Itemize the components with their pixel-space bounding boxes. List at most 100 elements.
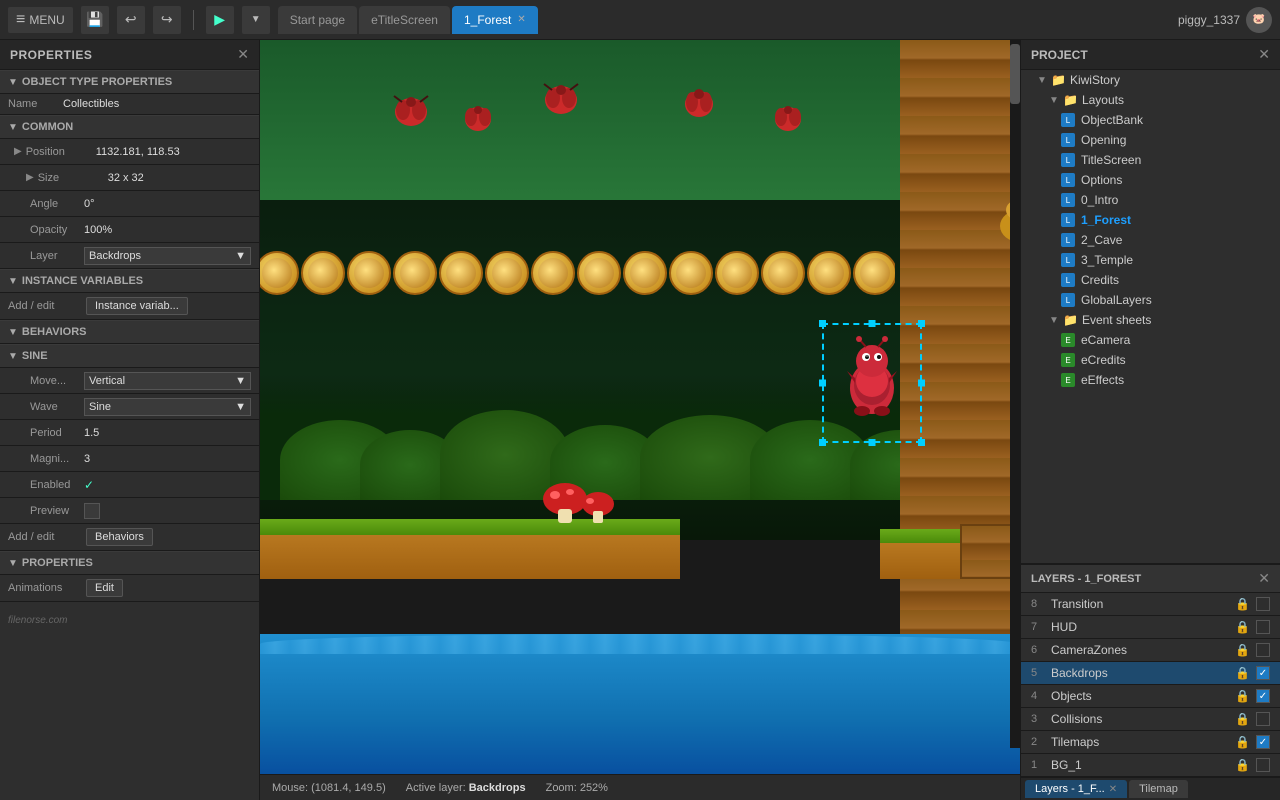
section-properties-footer[interactable]: ▼ PROPERTIES xyxy=(0,551,259,575)
layer-row-6[interactable]: 6 CameraZones 🔒 xyxy=(1021,639,1280,662)
layout-file-icon: L xyxy=(1061,193,1075,207)
layer-row-3[interactable]: 3 Collisions 🔒 xyxy=(1021,708,1280,731)
section-label-sine: SINE xyxy=(22,350,48,362)
layers-tab-close[interactable]: ✕ xyxy=(1109,784,1117,795)
layer-visible-5[interactable] xyxy=(1256,666,1270,680)
layout-globallayers[interactable]: L GlobalLayers xyxy=(1021,290,1280,310)
layout-objectbank-label: ObjectBank xyxy=(1081,113,1143,127)
layer-lock-4[interactable]: 🔒 xyxy=(1235,689,1250,703)
layout-options[interactable]: L Options xyxy=(1021,170,1280,190)
canvas-area[interactable] xyxy=(260,40,1020,774)
coin-inner xyxy=(262,258,292,288)
layout-opening[interactable]: L Opening xyxy=(1021,130,1280,150)
size-expand[interactable]: ▶ xyxy=(26,172,34,183)
size-value: 32 x 32 xyxy=(108,172,251,184)
layout-2cave[interactable]: L 2_Cave xyxy=(1021,230,1280,250)
tree-event-sheets-folder[interactable]: ▼ 📁 Event sheets xyxy=(1021,310,1280,330)
layer-row-4[interactable]: 4 Objects 🔒 xyxy=(1021,685,1280,708)
menu-button[interactable]: ≡ MENU xyxy=(8,7,73,33)
wave-dropdown[interactable]: Sine ▼ xyxy=(84,398,251,416)
beetle-3 xyxy=(460,100,496,139)
layer-visible-7[interactable] xyxy=(1256,620,1270,634)
properties-close-button[interactable]: ✕ xyxy=(237,46,249,63)
layouts-folder-label: Layouts xyxy=(1082,93,1124,107)
layer-visible-4[interactable] xyxy=(1256,689,1270,703)
layers-close-button[interactable]: ✕ xyxy=(1258,570,1270,587)
move-dropdown[interactable]: Vertical ▼ xyxy=(84,372,251,390)
tab-etitlescreen[interactable]: eTitleScreen xyxy=(359,6,450,34)
tree-root[interactable]: ▼ 📁 KiwiStory xyxy=(1021,70,1280,90)
layout-1forest[interactable]: L 1_Forest xyxy=(1021,210,1280,230)
layout-titlescreen[interactable]: L TitleScreen xyxy=(1021,150,1280,170)
redo-button[interactable]: ↪ xyxy=(153,6,181,34)
game-scene[interactable] xyxy=(260,40,1020,774)
folder-icon-events: 📁 xyxy=(1063,313,1078,327)
layer-visible-3[interactable] xyxy=(1256,712,1270,726)
section-sine[interactable]: ▼ SINE xyxy=(0,344,259,368)
layout-0intro[interactable]: L 0_Intro xyxy=(1021,190,1280,210)
ground-platform-left xyxy=(260,519,680,579)
size-row: ▶ Size 32 x 32 xyxy=(0,165,259,191)
section-behaviors[interactable]: ▼ BEHAVIORS xyxy=(0,320,259,344)
undo-button[interactable]: ↩ xyxy=(117,6,145,34)
project-close-button[interactable]: ✕ xyxy=(1258,46,1270,63)
layers-tab-label: Layers - 1_F... xyxy=(1035,783,1105,795)
preview-checkbox[interactable] xyxy=(84,503,100,519)
bottom-tab-bar: Layers - 1_F... ✕ Tilemap xyxy=(1021,777,1280,800)
event-ecredits[interactable]: E eCredits xyxy=(1021,350,1280,370)
event-file-icon: E xyxy=(1061,353,1075,367)
behaviors-btn[interactable]: Behaviors xyxy=(86,528,153,546)
layer-lock-5[interactable]: 🔒 xyxy=(1235,666,1250,680)
play-button[interactable]: ▶ xyxy=(206,6,234,34)
layer-visible-2[interactable] xyxy=(1256,735,1270,749)
event-ecamera[interactable]: E eCamera xyxy=(1021,330,1280,350)
layout-3temple[interactable]: L 3_Temple xyxy=(1021,250,1280,270)
layer-name-2: Tilemaps xyxy=(1051,735,1229,749)
coin xyxy=(853,251,895,295)
tilemap-tab[interactable]: Tilemap xyxy=(1129,780,1188,798)
section-common[interactable]: ▼ COMMON xyxy=(0,115,259,139)
layer-visible-6[interactable] xyxy=(1256,643,1270,657)
tab-close-1forest[interactable]: ✕ xyxy=(517,14,525,25)
project-header: PROJECT ✕ xyxy=(1021,40,1280,70)
layout-objectbank[interactable]: L ObjectBank xyxy=(1021,110,1280,130)
layer-row-1[interactable]: 1 BG_1 🔒 xyxy=(1021,754,1280,777)
layers-tab[interactable]: Layers - 1_F... ✕ xyxy=(1025,780,1127,798)
user-avatar[interactable]: 🐷 xyxy=(1246,7,1272,33)
canvas-scrollbar[interactable] xyxy=(1010,40,1020,748)
section-object-type-props[interactable]: ▼ OBJECT TYPE PROPERTIES xyxy=(0,70,259,94)
layer-lock-1[interactable]: 🔒 xyxy=(1235,758,1250,772)
layer-num-3: 3 xyxy=(1031,713,1045,725)
edit-button[interactable]: Edit xyxy=(86,579,123,597)
tab-start-page[interactable]: Start page xyxy=(278,6,357,34)
add-edit-inst-row: Add / edit Instance variab... xyxy=(0,293,259,320)
layer-row-7[interactable]: 7 HUD 🔒 xyxy=(1021,616,1280,639)
layer-lock-7[interactable]: 🔒 xyxy=(1235,620,1250,634)
save-button[interactable]: 💾 xyxy=(81,6,109,34)
tab-1forest[interactable]: 1_Forest✕ xyxy=(452,6,538,34)
topbar: ≡ MENU 💾 ↩ ↪ ▶ ▼ Start page eTitleScreen… xyxy=(0,0,1280,40)
coin xyxy=(260,251,299,295)
move-label: Move... xyxy=(14,375,84,387)
coin xyxy=(623,251,667,295)
position-expand[interactable]: ▶ xyxy=(14,146,22,157)
play-dropdown[interactable]: ▼ xyxy=(242,6,270,34)
layer-lock-2[interactable]: 🔒 xyxy=(1235,735,1250,749)
coin-strip xyxy=(260,247,895,299)
section-instance-vars[interactable]: ▼ INSTANCE VARIABLES xyxy=(0,269,259,293)
layer-dropdown[interactable]: Backdrops ▼ xyxy=(84,247,251,265)
layer-lock-8[interactable]: 🔒 xyxy=(1235,597,1250,611)
layer-row-5[interactable]: 5 Backdrops 🔒 xyxy=(1021,662,1280,685)
layer-visible-1[interactable] xyxy=(1256,758,1270,772)
event-eeffects[interactable]: E eEffects xyxy=(1021,370,1280,390)
layer-lock-3[interactable]: 🔒 xyxy=(1235,712,1250,726)
layer-num-8: 8 xyxy=(1031,598,1045,610)
layer-row-2[interactable]: 2 Tilemaps 🔒 xyxy=(1021,731,1280,754)
instance-variables-btn[interactable]: Instance variab... xyxy=(86,297,188,315)
position-row: ▶ Position 1132.181, 118.53 xyxy=(0,139,259,165)
layer-visible-8[interactable] xyxy=(1256,597,1270,611)
tree-layouts-folder[interactable]: ▼ 📁 Layouts xyxy=(1021,90,1280,110)
layer-lock-6[interactable]: 🔒 xyxy=(1235,643,1250,657)
layout-credits[interactable]: L Credits xyxy=(1021,270,1280,290)
layer-row-8[interactable]: 8 Transition 🔒 xyxy=(1021,593,1280,616)
